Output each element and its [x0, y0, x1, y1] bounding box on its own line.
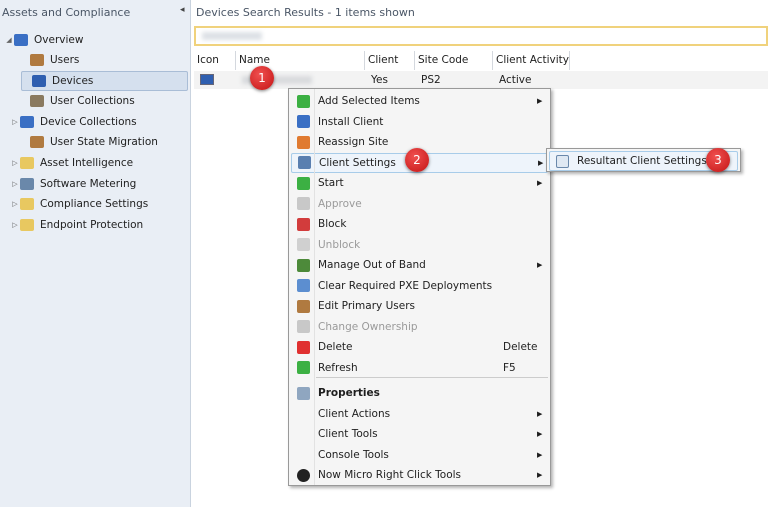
menu-item-console-tools[interactable]: Console Tools ▶ [291, 445, 548, 465]
sidebar-item-users[interactable]: Users [0, 50, 191, 70]
sidebar-item-label: Software Metering [40, 178, 137, 190]
column-header-client[interactable]: Client [365, 51, 415, 70]
sidebar-item-device-collections[interactable]: ▷ Device Collections [0, 112, 191, 132]
menu-item-manage-out-of-band[interactable]: Manage Out of Band ▶ [291, 255, 548, 275]
submenu-arrow-icon: ▶ [537, 471, 543, 479]
now-micro-right-click-tools-icon [297, 468, 310, 482]
block-icon [297, 217, 310, 231]
sidebar-item-asset-intelligence[interactable]: ▷ Asset Intelligence [0, 153, 191, 173]
add-selected-items-icon [297, 94, 310, 108]
sidebar-item-label: User Collections [50, 95, 135, 107]
submenu-arrow-icon: ▶ [537, 450, 543, 459]
refresh-icon [297, 361, 310, 374]
menu-item-approve: Approve [291, 194, 548, 214]
step-badge-3: 3 [706, 148, 730, 172]
menu-item-install-client[interactable]: Install Client [291, 112, 548, 132]
activity-cell: Active [499, 74, 532, 86]
sidebar-item-endpoint-protection[interactable]: ▷ Endpoint Protection [0, 215, 191, 235]
folder-icon [20, 198, 34, 210]
delete-icon [297, 340, 310, 354]
clear-required-pxe-deployments-icon [297, 279, 310, 292]
sidebar-item-user-collections[interactable]: User Collections [0, 91, 191, 111]
menu-item-unblock: Unblock [291, 235, 548, 255]
sidebar-item-compliance-settings[interactable]: ▷ Compliance Settings [0, 194, 191, 214]
sidebar-item-label: Device Collections [40, 116, 137, 128]
column-header-icon[interactable]: Icon [194, 51, 236, 70]
sidebar-item-software-metering[interactable]: ▷ Software Metering [0, 174, 191, 194]
menu-separator [316, 377, 548, 378]
sidebar-item-label: User State Migration [50, 136, 158, 148]
user-state-icon [30, 136, 44, 148]
menu-item-refresh[interactable]: Refresh F5 [291, 358, 548, 378]
submenu-arrow-icon: ▶ [537, 97, 543, 105]
menu-item-add-selected-items[interactable]: Add Selected Items ▶ [291, 91, 548, 111]
shortcut: Delete [503, 341, 538, 353]
start-icon [297, 176, 310, 190]
expander-icon[interactable]: ▷ [10, 180, 20, 188]
manage-out-of-band-icon [297, 258, 310, 272]
approve-icon [297, 197, 310, 210]
submenu-arrow-icon: ▶ [537, 179, 543, 187]
devices-icon [32, 75, 46, 87]
client-cell: Yes [371, 74, 388, 86]
menu-item-now-micro-right-click-tools[interactable]: Now Micro Right Click Tools ▶ [291, 465, 548, 485]
resultant-settings-icon [556, 154, 569, 168]
folder-icon [20, 157, 34, 169]
menu-gutter-divider [314, 89, 315, 485]
expander-icon[interactable]: ▷ [10, 118, 20, 126]
navigation-pane: Assets and Compliance ◂ ◢ Overview Users De… [0, 0, 191, 507]
site-code-cell: PS2 [421, 74, 441, 86]
sidebar-item-label: Users [50, 54, 80, 66]
device-icon [200, 74, 214, 85]
menu-item-start[interactable]: Start ▶ [291, 173, 548, 193]
expander-icon[interactable]: ▷ [10, 200, 20, 208]
submenu-arrow-icon: ▶ [537, 409, 543, 418]
client-settings-icon [298, 156, 311, 169]
sidebar-item-label: Devices [52, 75, 94, 87]
search-input[interactable] [194, 26, 768, 46]
step-badge-2: 2 [405, 148, 429, 172]
sidebar-item-overview[interactable]: ◢ Overview [0, 30, 191, 50]
overview-icon [14, 34, 28, 46]
user-icon [30, 54, 44, 66]
menu-item-block[interactable]: Block [291, 214, 548, 234]
menu-item-edit-primary-users[interactable]: Edit Primary Users [291, 296, 548, 316]
expander-icon[interactable]: ◢ [4, 36, 14, 44]
submenu-arrow-icon: ▶ [537, 430, 543, 438]
menu-item-change-ownership: Change Ownership [291, 317, 548, 337]
column-header-site-code[interactable]: Site Code [415, 51, 493, 70]
step-badge-1: 1 [250, 66, 274, 90]
user-collections-icon [30, 95, 44, 107]
expander-icon[interactable]: ▷ [10, 159, 20, 167]
folder-icon [20, 219, 34, 231]
submenu-arrow-icon: ▶ [538, 158, 544, 167]
install-client-icon [297, 115, 310, 128]
properties-icon [297, 386, 310, 400]
change-ownership-icon [297, 320, 310, 333]
expander-icon[interactable]: ▷ [10, 221, 20, 229]
menu-item-client-tools[interactable]: Client Tools ▶ [291, 424, 548, 444]
reassign-site-icon [297, 135, 310, 149]
metering-icon [20, 178, 34, 190]
submenu-arrow-icon: ▶ [537, 261, 543, 269]
sidebar-item-devices[interactable]: Devices [21, 71, 188, 91]
unblock-icon [297, 238, 310, 251]
edit-primary-users-icon [297, 299, 310, 313]
menu-item-properties[interactable]: Properties [291, 383, 548, 403]
sidebar-item-user-state-migration[interactable]: User State Migration [0, 132, 191, 152]
menu-item-delete[interactable]: Delete Delete [291, 337, 548, 357]
sidebar-item-label: Endpoint Protection [40, 219, 144, 231]
shortcut: F5 [503, 361, 516, 374]
collapse-pane-button[interactable]: ◂ [180, 5, 185, 15]
sidebar-item-label: Compliance Settings [40, 198, 149, 210]
results-title: Devices Search Results - 1 items shown [196, 6, 415, 19]
sidebar-item-label: Overview [34, 34, 84, 46]
device-collections-icon [20, 116, 34, 128]
menu-item-client-actions[interactable]: Client Actions ▶ [291, 404, 548, 424]
pane-title: Assets and Compliance [2, 6, 131, 19]
sidebar-item-label: Asset Intelligence [40, 157, 134, 169]
menu-item-clear-required-pxe-deployments[interactable]: Clear Required PXE Deployments [291, 276, 548, 296]
column-header-client-activity[interactable]: Client Activity [493, 51, 570, 70]
